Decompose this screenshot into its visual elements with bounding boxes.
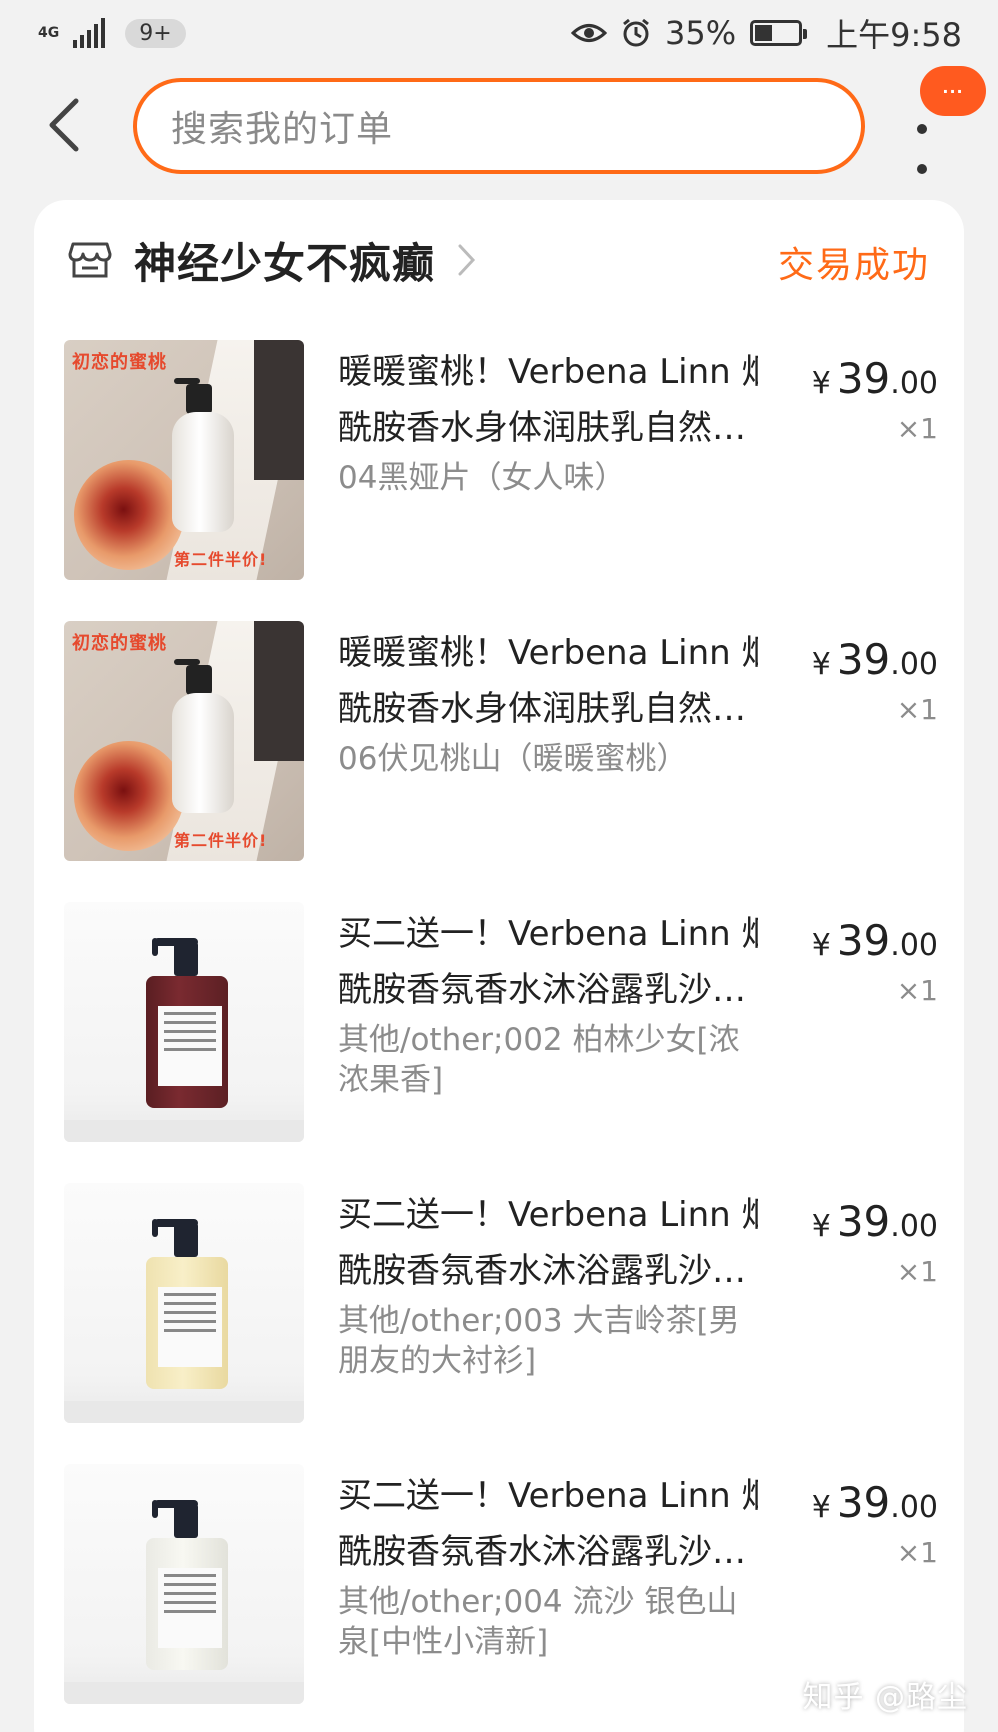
product-image[interactable] bbox=[64, 1183, 304, 1423]
watermark: 知乎 @路尘 bbox=[802, 1680, 968, 1715]
product-price: ¥39.00 bbox=[811, 635, 938, 684]
battery-percent: 35% bbox=[665, 14, 737, 52]
status-time: 上午9:58 bbox=[826, 16, 962, 54]
order-status-label: 交易成功 bbox=[777, 245, 930, 286]
shop-icon bbox=[68, 242, 112, 278]
product-price: ¥39.00 bbox=[811, 354, 938, 403]
network-type-icon: 4G bbox=[38, 26, 59, 40]
status-bar: 4G 9+ 35% 上午9:58 bbox=[0, 0, 998, 66]
product-sku: 其他/other;004 流沙 银色山泉[中性小清新] bbox=[338, 1584, 738, 1660]
signal-strength-icon bbox=[73, 18, 106, 48]
chevron-right-icon bbox=[458, 244, 476, 276]
image-overlay-text: 初恋的蜜桃 bbox=[72, 352, 167, 373]
alarm-icon bbox=[623, 18, 649, 47]
product-image[interactable] bbox=[64, 902, 304, 1142]
product-image[interactable]: 初恋的蜜桃 第二件半价! bbox=[64, 340, 304, 580]
image-overlay-text: 初恋的蜜桃 bbox=[72, 633, 167, 654]
product-price: ¥39.00 bbox=[811, 1197, 938, 1246]
order-item[interactable]: 买二送一！Verbena Linn 烟 酰胺香氛香水沐浴露乳沙… 其他/othe… bbox=[34, 1183, 964, 1463]
search-header: 搜索我的订单 ··· bbox=[0, 66, 998, 186]
order-card: 神经少女不疯癫 交易成功 初恋的蜜桃 第二件半价! 暖暖蜜桃！Verbena L… bbox=[34, 200, 964, 1732]
order-search-input[interactable]: 搜索我的订单 bbox=[133, 78, 865, 174]
search-placeholder: 搜索我的订单 bbox=[171, 109, 394, 150]
status-bar-left: 4G 9+ bbox=[38, 18, 186, 48]
back-button[interactable] bbox=[38, 94, 88, 156]
product-title[interactable]: 买二送一！Verbena Linn 烟 酰胺香氛香水沐浴露乳沙… bbox=[338, 1187, 758, 1299]
product-price: ¥39.00 bbox=[811, 1478, 938, 1527]
notification-count-badge: 9+ bbox=[125, 18, 186, 48]
battery-icon bbox=[750, 20, 808, 46]
product-quantity: ×1 bbox=[896, 1536, 938, 1569]
eye-comfort-icon bbox=[571, 24, 607, 42]
network-type-label: 4G bbox=[38, 25, 60, 41]
message-badge[interactable]: ··· bbox=[920, 66, 986, 116]
status-bar-right: 35% 上午9:58 bbox=[571, 10, 962, 56]
more-menu-button[interactable] bbox=[910, 124, 934, 174]
product-sku: 06伏见桃山（暖暖蜜桃） bbox=[338, 741, 688, 777]
chevron-left-icon bbox=[49, 98, 79, 152]
image-overlay-text: 第二件半价! bbox=[174, 831, 268, 850]
product-sku: 其他/other;002 柏林少女[浓浓果香] bbox=[338, 1022, 740, 1098]
product-price: ¥39.00 bbox=[811, 916, 938, 965]
product-title[interactable]: 买二送一！Verbena Linn 烟 酰胺香氛香水沐浴露乳沙… bbox=[338, 1468, 758, 1580]
product-quantity: ×1 bbox=[896, 974, 938, 1007]
product-title[interactable]: 暖暖蜜桃！Verbena Linn 烟 酰胺香水身体润肤乳自然… bbox=[338, 344, 758, 456]
order-item[interactable]: 初恋的蜜桃 第二件半价! 暖暖蜜桃！Verbena Linn 烟 酰胺香水身体润… bbox=[34, 340, 964, 620]
product-quantity: ×1 bbox=[896, 1255, 938, 1288]
product-title[interactable]: 买二送一！Verbena Linn 烟 酰胺香氛香水沐浴露乳沙… bbox=[338, 906, 758, 1018]
image-overlay-text: 第二件半价! bbox=[174, 550, 268, 569]
product-sku: 04黑娅片（女人味） bbox=[338, 460, 626, 496]
product-quantity: ×1 bbox=[896, 412, 938, 445]
order-item[interactable]: 初恋的蜜桃 第二件半价! 暖暖蜜桃！Verbena Linn 烟 酰胺香水身体润… bbox=[34, 621, 964, 901]
shop-name[interactable]: 神经少女不疯癫 bbox=[134, 230, 435, 291]
product-sku: 其他/other;003 大吉岭茶[男朋友的大衬衫] bbox=[338, 1303, 740, 1379]
product-image[interactable]: 初恋的蜜桃 第二件半价! bbox=[64, 621, 304, 861]
shop-header[interactable]: 神经少女不疯癫 交易成功 bbox=[34, 200, 964, 320]
product-quantity: ×1 bbox=[896, 693, 938, 726]
order-item[interactable]: 买二送一！Verbena Linn 烟 酰胺香氛香水沐浴露乳沙… 其他/othe… bbox=[34, 902, 964, 1182]
product-title[interactable]: 暖暖蜜桃！Verbena Linn 烟 酰胺香水身体润肤乳自然… bbox=[338, 625, 758, 737]
product-image[interactable] bbox=[64, 1464, 304, 1704]
